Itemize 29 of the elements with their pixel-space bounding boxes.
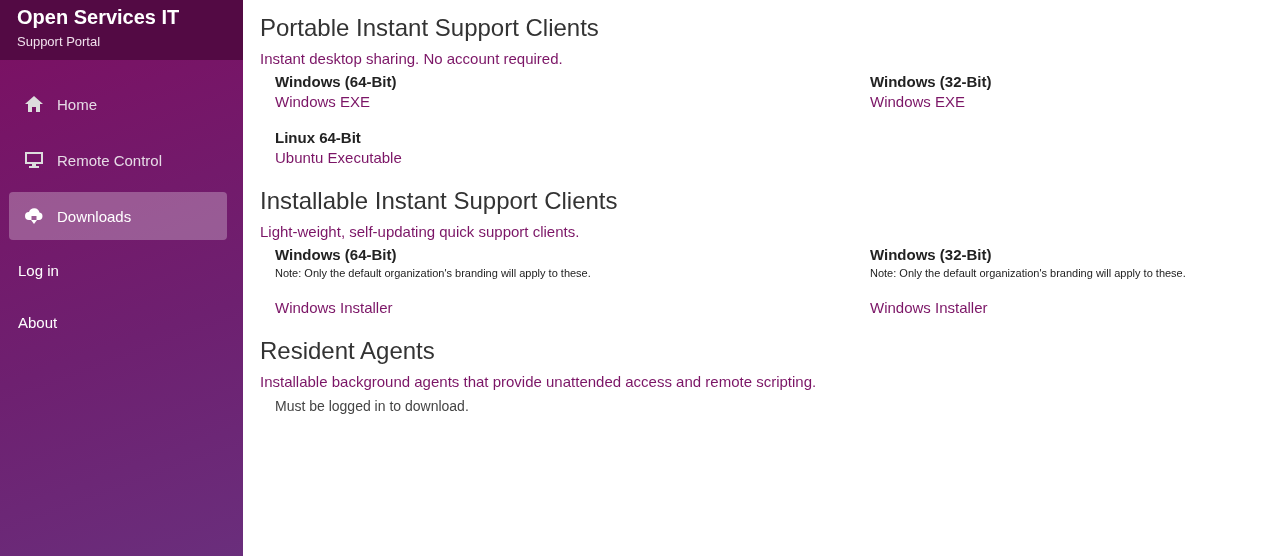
platform-name: Windows (64-Bit): [275, 73, 398, 90]
login-message: Must be logged in to download.: [275, 398, 470, 414]
note-text: Note: Only the default organization's branding will apply to these.: [870, 267, 1187, 279]
platform-name: Linux 64-Bit: [275, 129, 362, 146]
brand-title: Open Services IT: [17, 6, 181, 29]
nav-item[interactable]: Log in: [9, 248, 227, 292]
section-title: Resident Agents: [260, 337, 436, 365]
platform-name: Windows (32-Bit): [870, 73, 993, 90]
nav-item[interactable]: Remote Control: [9, 136, 227, 184]
section-description: Light-weight, self-updating quick support clients.: [260, 223, 581, 240]
home-icon: [24, 94, 44, 114]
nav-item[interactable]: About: [9, 300, 227, 344]
platform-name: Windows (32-Bit): [870, 246, 993, 263]
download-link[interactable]: Windows EXE: [870, 93, 966, 110]
download-link[interactable]: Windows Installer: [870, 299, 988, 316]
nav-item[interactable]: Home: [9, 80, 227, 128]
section-title: Portable Instant Support Clients: [260, 14, 600, 42]
nav-item[interactable]: Downloads: [9, 192, 227, 240]
section-description: Installable background agents that provide unattended access and remote scripting.: [260, 373, 818, 390]
note-text: Note: Only the default organization's branding will apply to these.: [275, 267, 592, 279]
download-link[interactable]: Windows EXE: [275, 93, 371, 110]
platform-name: Windows (64-Bit): [275, 246, 398, 263]
section-title: Installable Instant Support Clients: [260, 187, 619, 215]
download-link[interactable]: Ubuntu Executable: [275, 149, 402, 166]
section-description: Instant desktop sharing. No account required.: [260, 50, 564, 67]
monitor-icon: [24, 150, 44, 170]
download-link[interactable]: Windows Installer: [275, 299, 393, 316]
brand-subtitle: Support Portal: [17, 34, 102, 49]
cloud-download-icon: [24, 206, 44, 226]
